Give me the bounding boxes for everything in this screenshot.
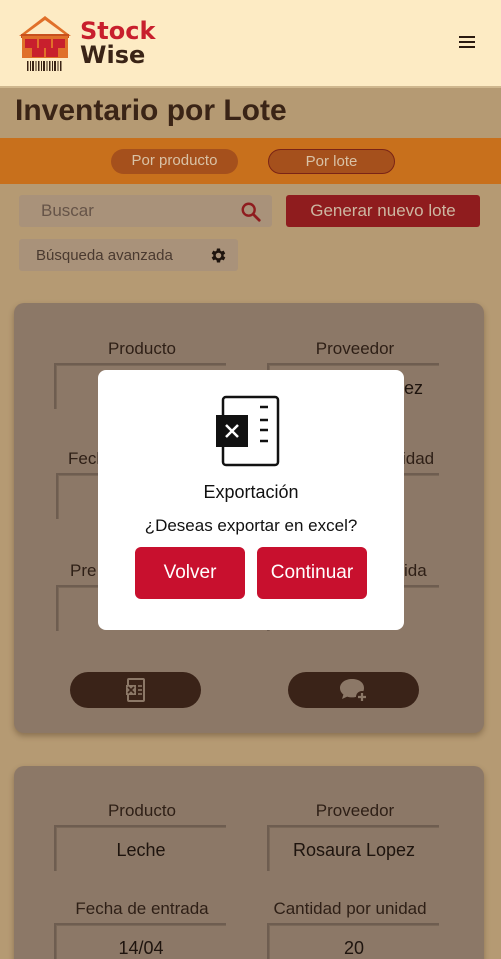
lot-card: Producto Leche Proveedor Rosaura Lopez F… [14,766,484,959]
advanced-search-field[interactable]: Búsqueda avanzada [19,239,238,271]
app-header: Stock Wise [0,0,501,88]
excel-export-icon [216,395,280,467]
dialog-title: Exportación [203,482,299,502]
search-placeholder: Buscar [41,201,94,220]
proveedor-value: Rosaura Lopez [267,825,439,871]
search-icon[interactable] [240,201,262,223]
fecha-label: Fecha de entrada [75,899,209,918]
proveedor-label: Proveedor [315,801,395,820]
search-input[interactable]: Buscar [19,195,272,227]
warehouse-logo-icon [19,16,71,71]
dialog-question: ¿Deseas exportar en excel? [144,516,358,535]
tab-por-producto[interactable]: Por producto [111,149,238,174]
continue-button[interactable]: Continuar [257,547,367,599]
cantidad-label: Cantidad por unidad [273,899,427,918]
other-label: ida [404,561,427,580]
precio-label: Pre [70,561,97,580]
back-button[interactable]: Volver [135,547,245,599]
advanced-search-label: Búsqueda avanzada [36,247,173,264]
export-excel-button[interactable] [70,672,201,708]
generate-new-lot-button[interactable]: Generar nuevo lote [286,195,480,227]
view-tabs-bar: Por producto Por lote [0,138,501,184]
app-logo-text: Stock Wise [80,19,155,67]
tab-por-lote[interactable]: Por lote [268,149,395,174]
gear-icon[interactable] [209,246,228,265]
producto-label: Producto [107,801,177,820]
excel-file-icon [125,678,145,702]
fecha-value: 14/04 [54,923,226,959]
logo-line-stock: Stock [80,17,156,45]
cantidad-label: idad [402,449,435,468]
hamburger-menu-icon[interactable] [459,36,475,50]
add-comment-button[interactable] [288,672,419,708]
chat-add-icon [339,679,368,703]
proveedor-label: Proveedor [315,339,395,358]
cantidad-value: 20 [267,923,439,959]
producto-value: Leche [54,825,226,871]
export-dialog: Exportación ¿Deseas exportar en excel? V… [98,370,404,630]
logo-line-wise: Wise [80,41,146,69]
producto-label: Producto [107,339,177,358]
page-title: Inventario por Lote [15,94,287,127]
